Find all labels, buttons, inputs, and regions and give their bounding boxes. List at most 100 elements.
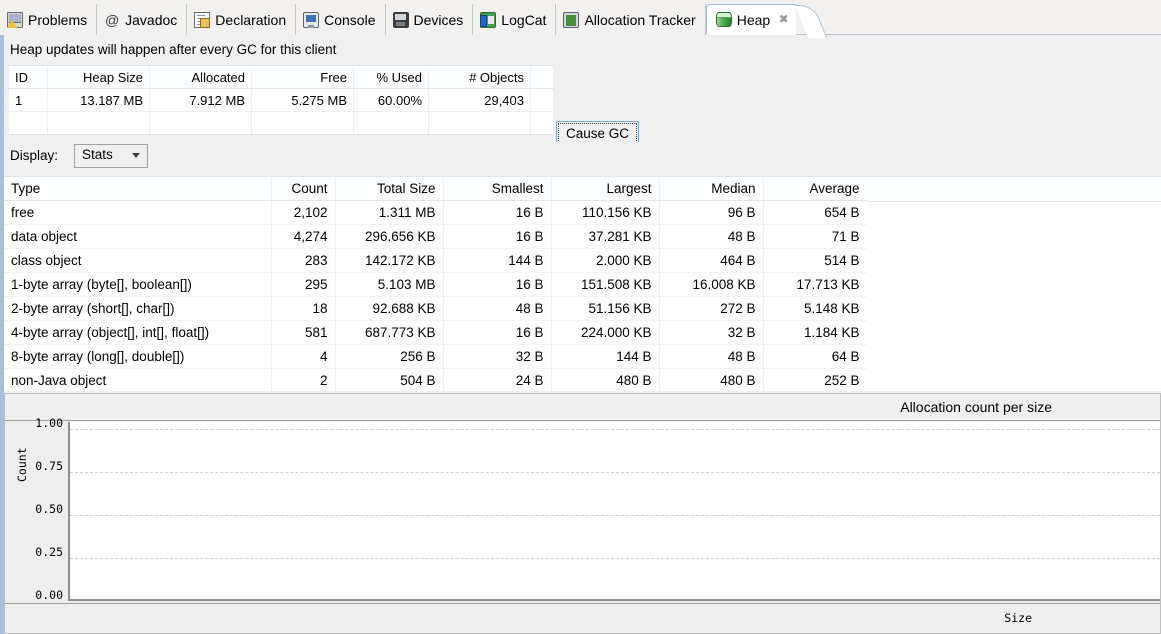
cell-smallest: 24 B <box>443 368 552 391</box>
devices-icon <box>392 11 409 28</box>
display-dropdown-value: Stats <box>82 147 113 162</box>
table-row[interactable]: data object 4,274 296.656 KB 16 B 37.281… <box>4 224 868 249</box>
table-row[interactable]: 2-byte array (short[], char[]) 18 92.688… <box>4 296 868 321</box>
col-header-count[interactable]: Count <box>271 176 336 201</box>
allocation-chart-panel: Allocation count per size Count 1.00 0.7… <box>4 393 1161 634</box>
cell-smallest: 16 B <box>443 224 552 249</box>
cell-empty <box>149 111 252 135</box>
cell-average: 71 B <box>763 224 868 249</box>
tab-label-problems: Problems <box>28 11 88 28</box>
table-row[interactable]: free 2,102 1.311 MB 16 B 110.156 KB 96 B… <box>4 200 868 225</box>
table-row[interactable]: non-Java object 2 504 B 24 B 480 B 480 B… <box>4 368 868 391</box>
cell-largest: 151.508 KB <box>551 272 660 297</box>
tab-javadoc[interactable]: @ Javadoc <box>97 4 188 35</box>
close-icon[interactable]: ✖ <box>778 13 789 25</box>
gridline <box>70 515 1160 516</box>
cell-num-objects: 29,403 <box>428 88 531 112</box>
cell-filler <box>530 88 554 112</box>
tab-declaration[interactable]: Declaration <box>187 4 297 35</box>
cell-empty <box>47 111 150 135</box>
cell-smallest: 32 B <box>443 344 552 369</box>
tab-label-heap: Heap <box>736 11 771 28</box>
gridline <box>70 472 1160 473</box>
cell-median: 480 B <box>659 368 764 391</box>
tab-devices[interactable]: Devices <box>385 4 474 35</box>
y-tick-label: 0.50 <box>35 502 63 516</box>
cell-smallest: 48 B <box>443 296 552 321</box>
tab-logcat[interactable]: LogCat <box>473 4 557 35</box>
table-row[interactable]: 1-byte array (byte[], boolean[]) 295 5.1… <box>4 272 868 297</box>
col-header-total-size[interactable]: Total Size <box>335 176 444 201</box>
col-header-smallest[interactable]: Smallest <box>443 176 552 201</box>
cell-empty <box>353 111 429 135</box>
cell-largest: 480 B <box>551 368 660 391</box>
cell-type: 4-byte array (object[], int[], float[]) <box>4 320 272 345</box>
col-header-type[interactable]: Type <box>4 176 272 201</box>
col-header-id[interactable]: ID <box>8 65 48 89</box>
cell-type: non-Java object <box>4 368 272 391</box>
col-header-heap-size[interactable]: Heap Size <box>47 65 150 89</box>
table-row[interactable]: 1 13.187 MB 7.912 MB 5.275 MB 60.00% 29,… <box>8 88 554 112</box>
tab-problems[interactable]: Problems <box>0 4 98 35</box>
cell-empty <box>251 111 354 135</box>
cell-largest: 110.156 KB <box>551 200 660 225</box>
gridline <box>70 558 1160 559</box>
cell-largest: 37.281 KB <box>551 224 660 249</box>
heap-stats-panel: Type Count Total Size Smallest Largest M… <box>4 176 1161 391</box>
cell-count: 2 <box>271 368 336 391</box>
chart-title: Allocation count per size <box>900 399 1052 415</box>
cell-allocated: 7.912 MB <box>149 88 252 112</box>
cell-median: 48 B <box>659 344 764 369</box>
col-header-pct-used[interactable]: % Used <box>353 65 429 89</box>
chart-title-band: Allocation count per size <box>5 394 1160 421</box>
chart-plot-area[interactable] <box>68 422 1160 601</box>
heap-view-window: Problems @ Javadoc Declaration Console D… <box>0 0 1161 634</box>
col-header-allocated[interactable]: Allocated <box>149 65 252 89</box>
col-header-free[interactable]: Free <box>251 65 354 89</box>
cell-empty <box>530 111 554 135</box>
cell-average: 514 B <box>763 248 868 273</box>
y-tick-label: 0.00 <box>35 588 63 602</box>
cell-type: 2-byte array (short[], char[]) <box>4 296 272 321</box>
cell-median: 272 B <box>659 296 764 321</box>
tab-console[interactable]: Console <box>296 4 386 35</box>
cell-median: 464 B <box>659 248 764 273</box>
col-header-num-objects[interactable]: # Objects <box>428 65 531 89</box>
cell-smallest: 144 B <box>443 248 552 273</box>
col-header-largest[interactable]: Largest <box>551 176 660 201</box>
cell-type: free <box>4 200 272 225</box>
cell-smallest: 16 B <box>443 200 552 225</box>
cell-count: 18 <box>271 296 336 321</box>
table-row[interactable]: class object 283 142.172 KB 144 B 2.000 … <box>4 248 868 273</box>
cell-empty <box>428 111 531 135</box>
cell-pct-used: 60.00% <box>353 88 429 112</box>
tab-label-console: Console <box>324 11 376 28</box>
chart-y-axis-label: Count <box>15 447 29 482</box>
col-header-median[interactable]: Median <box>659 176 764 201</box>
cell-total-size: 296.656 KB <box>335 224 444 249</box>
stats-table-filler <box>867 176 1161 391</box>
y-tick-label: 0.25 <box>35 545 63 559</box>
tab-label-javadoc: Javadoc <box>125 11 178 28</box>
tab-allocation-tracker[interactable]: Allocation Tracker <box>556 4 706 35</box>
cell-largest: 2.000 KB <box>551 248 660 273</box>
display-row: Display: Stats <box>4 142 1161 174</box>
heap-summary-panel: Heap updates will happen after every GC … <box>4 35 1161 147</box>
cell-smallest: 16 B <box>443 320 552 345</box>
stats-filler-header <box>867 177 1161 202</box>
col-header-filler <box>530 65 554 89</box>
col-header-average[interactable]: Average <box>763 176 868 201</box>
tab-heap[interactable]: Heap ✖ <box>705 4 797 35</box>
allocation-tracker-icon <box>563 11 580 28</box>
cell-count: 2,102 <box>271 200 336 225</box>
cell-type: data object <box>4 224 272 249</box>
heap-summary-table: ID Heap Size Allocated Free % Used # Obj… <box>8 65 554 135</box>
cell-average: 5.148 KB <box>763 296 868 321</box>
cell-average: 252 B <box>763 368 868 391</box>
table-row[interactable]: 4-byte array (object[], int[], float[]) … <box>4 320 868 345</box>
cell-median: 96 B <box>659 200 764 225</box>
tab-label-declaration: Declaration <box>215 11 287 28</box>
table-row[interactable]: 8-byte array (long[], double[]) 4 256 B … <box>4 344 868 369</box>
cell-median: 32 B <box>659 320 764 345</box>
cell-total-size: 504 B <box>335 368 444 391</box>
